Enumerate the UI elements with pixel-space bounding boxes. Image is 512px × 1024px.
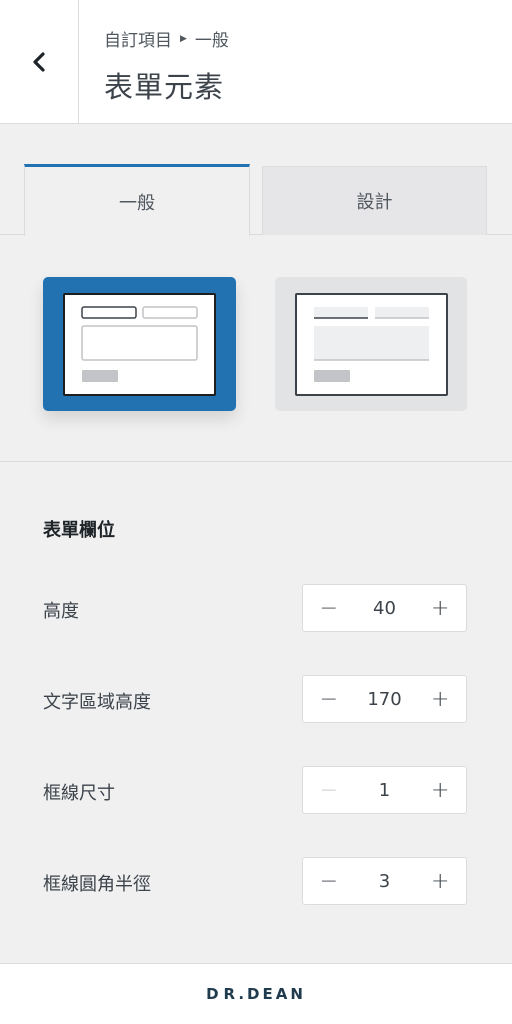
border-radius-increase-button[interactable]: +	[414, 858, 466, 904]
form-layout-option-2[interactable]	[275, 277, 467, 411]
height-value[interactable]: 40	[355, 598, 415, 619]
border-radius-value[interactable]: 3	[355, 871, 415, 892]
field-label-textarea-height: 文字區域高度	[43, 692, 151, 713]
height-increase-button[interactable]: +	[414, 585, 466, 631]
field-label-height: 高度	[43, 601, 79, 622]
textarea-height-stepper: − 170 +	[302, 675, 467, 723]
field-label-border-radius: 框線圓角半徑	[43, 874, 151, 895]
border-radius-stepper: − 3 +	[302, 857, 467, 905]
tab-general-label: 一般	[119, 192, 155, 214]
page-title: 表單元素	[104, 70, 225, 104]
height-stepper: − 40 +	[302, 584, 467, 632]
section-title: 表單欄位	[43, 520, 115, 541]
border-size-stepper: − 1 +	[302, 766, 467, 814]
section-divider	[0, 461, 512, 462]
breadcrumb: 自訂項目 ▶ 一般	[104, 26, 229, 51]
back-button[interactable]	[0, 0, 79, 124]
border-size-value[interactable]: 1	[355, 780, 415, 801]
form-layout-underline-icon	[295, 293, 448, 396]
form-layout-option-1[interactable]	[43, 277, 236, 411]
border-radius-decrease-button[interactable]: −	[303, 858, 355, 904]
field-label-border-size: 框線尺寸	[43, 783, 115, 804]
tab-general[interactable]: 一般	[24, 164, 250, 236]
logo-text: R.DEAN	[223, 985, 306, 1003]
breadcrumb-separator-icon: ▶	[180, 33, 187, 44]
brand-logo: D R.DEAN	[206, 985, 306, 1003]
chevron-left-icon	[33, 52, 45, 72]
border-size-decrease-button[interactable]: −	[303, 767, 355, 813]
footer: D R.DEAN	[0, 963, 512, 1024]
textarea-height-increase-button[interactable]: +	[414, 676, 466, 722]
tab-design[interactable]: 設計	[262, 166, 487, 235]
panel-header: 自訂項目 ▶ 一般 表單元素	[0, 0, 512, 124]
form-layout-boxed-icon	[63, 293, 216, 396]
textarea-height-value[interactable]: 170	[355, 689, 415, 710]
breadcrumb-root: 自訂項目	[104, 31, 172, 51]
tab-design-label: 設計	[356, 192, 393, 213]
logo-initial: D	[206, 985, 222, 1003]
textarea-height-decrease-button[interactable]: −	[303, 676, 355, 722]
breadcrumb-current: 一般	[194, 31, 229, 51]
height-decrease-button[interactable]: −	[303, 585, 355, 631]
border-size-increase-button[interactable]: +	[414, 767, 466, 813]
